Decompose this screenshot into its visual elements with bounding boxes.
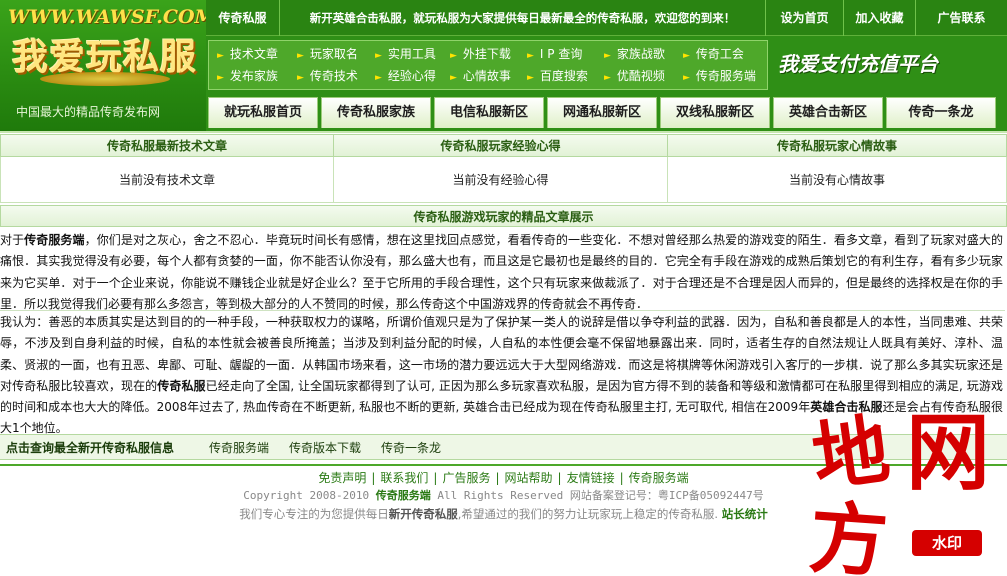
tab-netcom-servers[interactable]: 网通私服新区	[547, 97, 657, 128]
column-header-experience[interactable]: 传奇私服玩家经验心得	[333, 134, 668, 157]
query-link-version-download[interactable]: 传奇版本下载	[289, 435, 361, 461]
bullet-icon: ►	[604, 51, 611, 61]
tab-legend-one-stop[interactable]: 传奇一条龙	[886, 97, 996, 128]
article-paragraph-1: 对于传奇服务端，你们是对之灰心，舍之不忍心．毕竟玩时间长有感情，想在这里找回点感…	[0, 233, 1003, 311]
add-favorite-link[interactable]: 加入收藏	[844, 0, 916, 36]
nav-link-clan-songs[interactable]: ► 家族战歌	[604, 44, 665, 64]
nav-link-baidu-search[interactable]: ► 百度搜索	[527, 66, 588, 86]
footer-link-friend-links[interactable]: 友情链接	[567, 471, 615, 485]
nav-link-guild[interactable]: ► 传奇工会	[683, 44, 744, 64]
topbar-site-label[interactable]: 传奇私服	[206, 0, 280, 36]
nav-link-youku-video[interactable]: ► 优酷视频	[604, 66, 665, 86]
logo-url-text: WWW.WAWSF.COM	[8, 6, 216, 28]
bullet-icon: ►	[450, 51, 457, 61]
logo[interactable]: WWW.WAWSF.COM 我爱玩私服 中国最大的精品传奇发布网	[0, 0, 216, 131]
bullet-icon: ►	[683, 51, 690, 61]
nav-link-publish-clan[interactable]: ► 发布家族	[217, 66, 278, 86]
nav-link-experience[interactable]: ► 经验心得	[375, 66, 436, 86]
nav-link-tools[interactable]: ► 实用工具	[375, 44, 436, 64]
tab-hero-combo-servers[interactable]: 英雄合击新区	[773, 97, 883, 128]
site-slogan: 中国最大的精品传奇发布网	[16, 105, 161, 119]
tab-telecom-servers[interactable]: 电信私服新区	[434, 97, 544, 128]
bullet-icon: ►	[375, 73, 382, 83]
footer-link-help[interactable]: 网站帮助	[505, 471, 553, 485]
site-header: WWW.WAWSF.COM 我爱玩私服 中国最大的精品传奇发布网 传奇私服 新开…	[0, 0, 1007, 131]
logo-wings-icon	[40, 72, 170, 86]
nav-link-ip-lookup[interactable]: ► I P 查询	[527, 44, 582, 64]
tab-home[interactable]: 就玩私服首页	[208, 97, 318, 128]
bullet-icon: ►	[217, 51, 224, 61]
tab-dual-line-servers[interactable]: 双线私服新区	[660, 97, 770, 128]
nav-link-server-files[interactable]: ► 传奇服务端	[683, 66, 756, 86]
bullet-icon: ►	[217, 73, 224, 83]
bullet-icon: ►	[527, 51, 534, 61]
set-home-link[interactable]: 设为首页	[766, 0, 844, 36]
paragraph-divider	[0, 310, 1005, 311]
bullet-icon: ►	[683, 73, 690, 83]
watermark-char: 网	[906, 403, 991, 502]
query-title-link[interactable]: 点击查询最全新开传奇私服信息	[6, 435, 174, 461]
query-link-server-files[interactable]: 传奇服务端	[209, 435, 269, 461]
nav-link-tech-articles[interactable]: ► 技术文章	[217, 44, 278, 64]
column-empty-experience: 当前没有经验心得	[333, 157, 668, 203]
column-header-tech-articles[interactable]: 传奇私服最新技术文章	[0, 134, 334, 157]
bullet-icon: ►	[297, 73, 304, 83]
article-keyword-link[interactable]: 传奇私服	[157, 379, 205, 393]
header-divider	[0, 131, 1007, 133]
site-stats-link[interactable]: 站长统计	[722, 507, 768, 521]
bullet-icon: ►	[527, 73, 534, 83]
watermark-char: 方	[806, 492, 891, 576]
tab-legend-clan[interactable]: 传奇私服家族	[321, 97, 431, 128]
top-bar: 传奇私服 新开英雄合击私服，就玩私服为大家提供每日最新最全的传奇私服，欢迎您的到…	[206, 0, 1007, 36]
ad-contact-link[interactable]: 广告联系	[916, 0, 1007, 36]
footer-link-ad-service[interactable]: 广告服务	[442, 471, 490, 485]
watermark-stamp: 水印	[912, 530, 982, 556]
nav-link-plugin-download[interactable]: ► 外挂下载	[450, 44, 511, 64]
column-empty-mood-stories: 当前没有心情故事	[667, 157, 1007, 203]
bullet-icon: ►	[297, 51, 304, 61]
bullet-icon: ►	[604, 73, 611, 83]
footer-link-server-files[interactable]: 传奇服务端	[629, 471, 689, 485]
nav-link-player-names[interactable]: ► 玩家取名	[297, 44, 358, 64]
nav-link-mood-stories[interactable]: ► 心情故事	[450, 66, 511, 86]
column-header-mood-stories[interactable]: 传奇私服玩家心情故事	[667, 134, 1007, 157]
footer-link-contact[interactable]: 联系我们	[380, 471, 428, 485]
welcome-text: 新开英雄合击私服，就玩私服为大家提供每日最新最全的传奇私服，欢迎您的到来！	[280, 0, 766, 36]
payment-platform-banner[interactable]: 我爱支付充值平台	[778, 44, 1000, 84]
showcase-title: 传奇私服游戏玩家的精品文章展示	[0, 205, 1007, 227]
bullet-icon: ►	[450, 73, 457, 83]
article-keyword-link[interactable]: 传奇服务端	[24, 233, 84, 247]
quick-nav: ► 技术文章 ► 玩家取名 ► 实用工具 ► 外挂下载 ► I P 查询 ► 家族战歌 ► 传…	[208, 40, 768, 90]
column-empty-tech-articles: 当前没有技术文章	[0, 157, 334, 203]
bullet-icon: ►	[375, 51, 382, 61]
query-link-one-stop[interactable]: 传奇一条龙	[381, 435, 441, 461]
nav-link-legend-tech[interactable]: ► 传奇技术	[297, 66, 358, 86]
footer-link-disclaimer[interactable]: 免责声明	[318, 471, 366, 485]
copyright-brand-link[interactable]: 传奇服务端	[376, 489, 431, 502]
